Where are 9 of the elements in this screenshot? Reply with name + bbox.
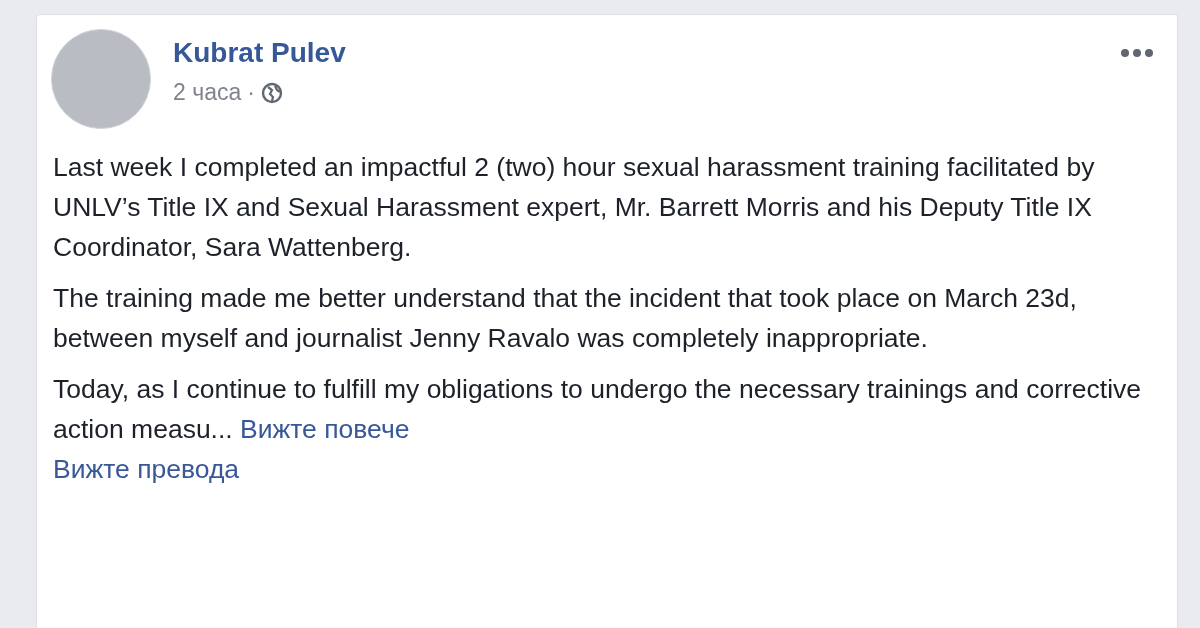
- post-paragraph: Today, as I continue to fulfill my obligations to undergo the necessary trainings and corrective action measu... Вижте повече: [53, 373, 1143, 446]
- globe-icon: [260, 81, 283, 104]
- post-paragraph: The training made me better understand that the incident that took place on March 23d, between myself and journalist Jenny Ravalo was completely inappropriate.: [53, 282, 1078, 355]
- see-translation-link[interactable]: Вижте превода: [53, 449, 240, 489]
- separator-dot: ·: [247, 79, 255, 106]
- post-paragraph: Last week I completed an impactful 2 (two) hour sexual harassment training facilitated by UNLV’s Title IX and Sexual Harassment expert, Mr. Barrett Morris and his Deputy Title IX Coordinator, Sara Wattenberg.: [53, 151, 1096, 264]
- post-time[interactable]: 2 часа: [173, 79, 242, 106]
- see-more-link[interactable]: Вижте повече: [240, 414, 410, 444]
- author-name[interactable]: Kubrat Pulev: [173, 37, 1095, 69]
